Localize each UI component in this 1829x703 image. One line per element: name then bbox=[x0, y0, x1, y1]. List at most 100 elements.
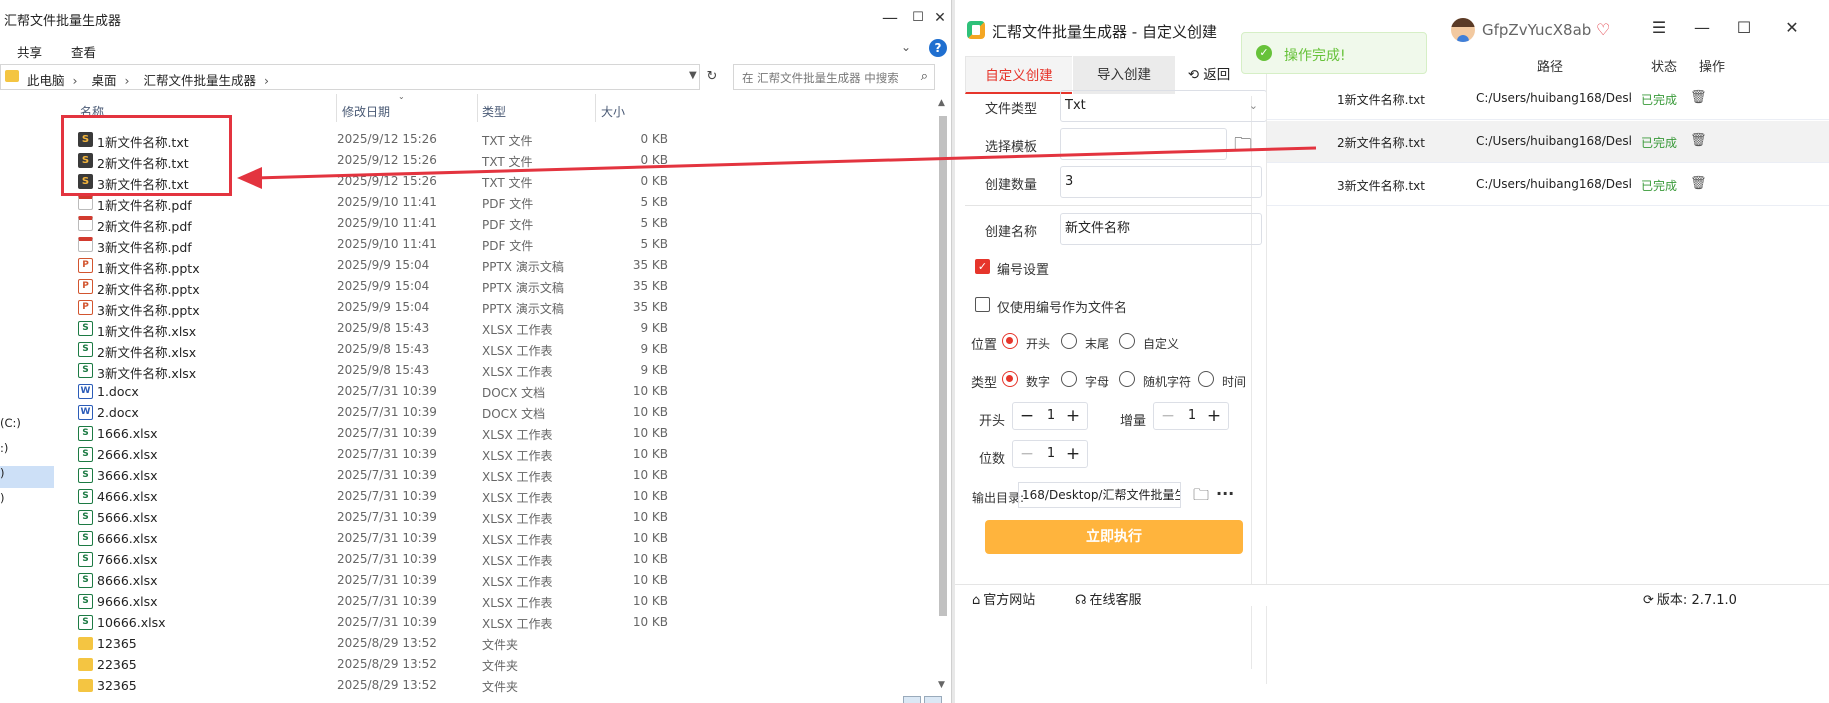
file-row[interactable]: W 1.docx 2025/7/31 10:39 DOCX 文档 10 KB bbox=[0, 381, 930, 402]
minus-icon[interactable]: − bbox=[1156, 404, 1180, 428]
type-radio-random[interactable] bbox=[1119, 371, 1135, 387]
count-input[interactable]: 3 bbox=[1060, 166, 1262, 198]
type-radio-time[interactable] bbox=[1198, 371, 1214, 387]
type-radio-number[interactable] bbox=[1002, 371, 1018, 387]
ribbon-tab-view[interactable]: 查看 bbox=[71, 42, 96, 61]
position-option-end[interactable]: 末尾 bbox=[1085, 335, 1109, 352]
file-row[interactable]: S 4666.xlsx 2025/7/31 10:39 XLSX 工作表 10 KB bbox=[0, 486, 930, 507]
tiles-view-icon[interactable] bbox=[924, 696, 942, 703]
minus-icon[interactable]: − bbox=[1015, 442, 1039, 466]
folder-open-icon[interactable]: 🗀 bbox=[1193, 484, 1209, 511]
file-row[interactable]: W 2.docx 2025/7/31 10:39 DOCX 文档 10 KB bbox=[0, 402, 930, 423]
breadcrumb-item[interactable]: 桌面 bbox=[92, 73, 117, 88]
output-path-input[interactable]: 168/Desktop/汇帮文件批量生成器 bbox=[1018, 482, 1181, 508]
column-header-size[interactable]: 大小 bbox=[601, 103, 625, 120]
explorer-close-button[interactable]: ✕ bbox=[928, 6, 952, 30]
scroll-up-icon[interactable]: ▲ bbox=[938, 98, 945, 108]
file-row[interactable]: S 7666.xlsx 2025/7/31 10:39 XLSX 工作表 10 KB bbox=[0, 549, 930, 570]
column-header-date[interactable]: 修改日期 bbox=[342, 103, 390, 120]
file-row[interactable]: S 2666.xlsx 2025/7/31 10:39 XLSX 工作表 10 KB bbox=[0, 444, 930, 465]
folder-open-icon[interactable]: 🗀 bbox=[1234, 132, 1252, 162]
start-stepper[interactable]: − 1 + bbox=[1012, 402, 1088, 430]
file-type-select[interactable]: Txt ⌄ bbox=[1060, 90, 1267, 122]
details-view-icon[interactable] bbox=[903, 696, 921, 703]
numbering-label[interactable]: 编号设置 bbox=[997, 259, 1049, 278]
file-row[interactable]: S 2新文件名称.xlsx 2025/9/8 15:43 XLSX 工作表 9 KB bbox=[0, 339, 930, 360]
position-radio-end[interactable] bbox=[1061, 333, 1077, 349]
file-row[interactable]: 2新文件名称.pdf 2025/9/10 11:41 PDF 文件 5 KB bbox=[0, 213, 930, 234]
type-radio-letter[interactable] bbox=[1061, 371, 1077, 387]
file-row[interactable]: 22365 2025/8/29 13:52 文件夹 bbox=[0, 654, 930, 675]
address-dropdown-icon[interactable]: ▼ bbox=[689, 70, 697, 81]
help-icon[interactable]: ? bbox=[929, 39, 947, 57]
number-only-label[interactable]: 仅使用编号作为文件名 bbox=[997, 297, 1127, 316]
ribbon-tab-share[interactable]: 共享 bbox=[17, 42, 42, 61]
file-row[interactable]: S 6666.xlsx 2025/7/31 10:39 XLSX 工作表 10 KB bbox=[0, 528, 930, 549]
avatar[interactable] bbox=[1451, 18, 1475, 42]
file-row[interactable]: S 8666.xlsx 2025/7/31 10:39 XLSX 工作表 10 KB bbox=[0, 570, 930, 591]
file-row[interactable]: 32365 2025/8/29 13:52 文件夹 bbox=[0, 675, 930, 696]
type-option-number[interactable]: 数字 bbox=[1026, 373, 1050, 390]
breadcrumb-item[interactable]: 汇帮文件批量生成器 bbox=[144, 73, 257, 88]
more-icon[interactable]: ··· bbox=[1216, 484, 1234, 503]
website-link[interactable]: ⌂ 官方网站 bbox=[972, 589, 1035, 608]
trash-icon[interactable]: 🗑 bbox=[1690, 133, 1707, 148]
app-close-button[interactable]: ✕ bbox=[1780, 18, 1804, 37]
explorer-maximize-button[interactable]: ☐ bbox=[906, 6, 930, 30]
vertical-scrollbar[interactable]: ▲ ▼ bbox=[936, 96, 950, 696]
file-row[interactable]: S 9666.xlsx 2025/7/31 10:39 XLSX 工作表 10 KB bbox=[0, 591, 930, 612]
file-row[interactable]: P 3新文件名称.pptx 2025/9/9 15:04 PPTX 演示文稿 35 KB bbox=[0, 297, 930, 318]
back-button[interactable]: ⟲ 返回 bbox=[1179, 56, 1239, 94]
digits-stepper[interactable]: − 1 + bbox=[1012, 440, 1088, 468]
tab-import-create[interactable]: 导入创建 bbox=[1073, 56, 1175, 94]
scrollbar-thumb[interactable] bbox=[939, 116, 947, 616]
ribbon-expand-icon[interactable]: ⌄ bbox=[901, 40, 911, 54]
table-row[interactable]: 3新文件名称.txt C:/Users/huibang168/Desktop/已完… bbox=[1267, 164, 1829, 206]
name-input[interactable]: 新文件名称 bbox=[1060, 213, 1262, 245]
plus-icon[interactable]: + bbox=[1061, 404, 1085, 428]
address-bar[interactable]: 此电脑 › 桌面 › 汇帮文件批量生成器 › ▼ bbox=[0, 64, 700, 90]
type-option-letter[interactable]: 字母 bbox=[1085, 373, 1109, 390]
plus-icon[interactable]: + bbox=[1202, 404, 1226, 428]
trash-icon[interactable]: 🗑 bbox=[1690, 176, 1707, 191]
vip-heart-icon[interactable]: ♡ bbox=[1596, 20, 1610, 39]
plus-icon[interactable]: + bbox=[1061, 442, 1085, 466]
scroll-down-icon[interactable]: ▼ bbox=[938, 680, 945, 690]
file-row[interactable]: S 3新文件名称.xlsx 2025/9/8 15:43 XLSX 工作表 9 KB bbox=[0, 360, 930, 381]
run-button[interactable]: 立即执行 bbox=[985, 520, 1243, 554]
numbering-checkbox[interactable]: ✓ bbox=[975, 259, 990, 274]
view-toggle[interactable] bbox=[903, 693, 947, 703]
table-row[interactable]: 2新文件名称.txt C:/Users/huibang168/Desktop/已完… bbox=[1267, 121, 1829, 163]
position-option-custom[interactable]: 自定义 bbox=[1143, 335, 1179, 352]
version-info[interactable]: ⟳ 版本: 2.7.1.0 bbox=[1643, 589, 1737, 608]
position-option-start[interactable]: 开头 bbox=[1026, 335, 1050, 352]
file-row[interactable]: S 1666.xlsx 2025/7/31 10:39 XLSX 工作表 10 KB bbox=[0, 423, 930, 444]
file-row[interactable]: S 3666.xlsx 2025/7/31 10:39 XLSX 工作表 10 KB bbox=[0, 465, 930, 486]
explorer-minimize-button[interactable]: — bbox=[878, 6, 902, 30]
breadcrumb-item[interactable]: 此电脑 bbox=[27, 73, 65, 88]
file-row[interactable]: S 10666.xlsx 2025/7/31 10:39 XLSX 工作表 10 KB bbox=[0, 612, 930, 633]
file-row[interactable]: S 1新文件名称.xlsx 2025/9/8 15:43 XLSX 工作表 9 KB bbox=[0, 318, 930, 339]
type-option-time[interactable]: 时间 bbox=[1222, 373, 1246, 390]
refresh-icon[interactable]: ↻ bbox=[703, 64, 721, 90]
tab-custom-create[interactable]: 自定义创建 bbox=[965, 56, 1072, 94]
position-radio-custom[interactable] bbox=[1119, 333, 1135, 349]
file-row[interactable]: S 5666.xlsx 2025/7/31 10:39 XLSX 工作表 10 KB bbox=[0, 507, 930, 528]
table-row[interactable]: 1新文件名称.txt C:/Users/huibang168/Desktop/已完… bbox=[1267, 78, 1829, 120]
menu-icon[interactable]: ☰ bbox=[1647, 18, 1671, 37]
column-header-type[interactable]: 类型 bbox=[482, 103, 506, 120]
template-input[interactable] bbox=[1060, 128, 1227, 160]
position-radio-start[interactable] bbox=[1002, 333, 1018, 349]
trash-icon[interactable]: 🗑 bbox=[1690, 90, 1707, 105]
file-row[interactable]: 3新文件名称.pdf 2025/9/10 11:41 PDF 文件 5 KB bbox=[0, 234, 930, 255]
app-minimize-button[interactable]: — bbox=[1690, 18, 1714, 37]
support-link[interactable]: ☊ 在线客服 bbox=[1075, 589, 1142, 608]
type-option-random[interactable]: 随机字符 bbox=[1143, 373, 1191, 390]
file-row[interactable]: 12365 2025/8/29 13:52 文件夹 bbox=[0, 633, 930, 654]
file-row[interactable]: P 1新文件名称.pptx 2025/9/9 15:04 PPTX 演示文稿 35 KB bbox=[0, 255, 930, 276]
increment-stepper[interactable]: − 1 + bbox=[1153, 402, 1229, 430]
app-maximize-button[interactable]: ☐ bbox=[1732, 18, 1756, 37]
number-only-checkbox[interactable] bbox=[975, 297, 990, 312]
minus-icon[interactable]: − bbox=[1015, 404, 1039, 428]
file-row[interactable]: P 2新文件名称.pptx 2025/9/9 15:04 PPTX 演示文稿 35 KB bbox=[0, 276, 930, 297]
